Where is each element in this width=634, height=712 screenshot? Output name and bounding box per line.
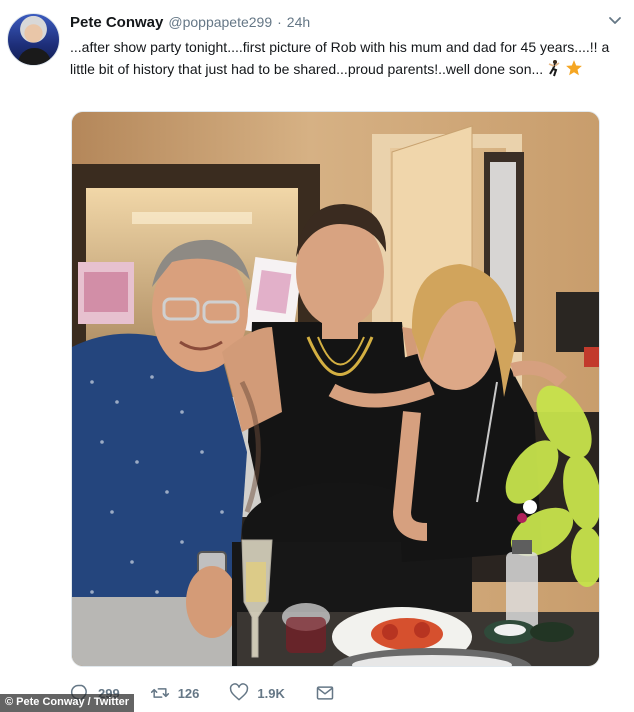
retweet-button[interactable]: 126 [150, 683, 200, 703]
timestamp[interactable]: 24h [287, 14, 310, 30]
party-photo-image [72, 112, 599, 666]
tweet-body: ...after show party tonight....first pic… [70, 39, 614, 77]
tweet-text: ...after show party tonight....first pic… [70, 36, 630, 83]
star-emoji-icon [565, 59, 583, 83]
chevron-down-icon[interactable] [606, 12, 624, 30]
tweet-card[interactable]: Pete Conway @poppapete299 · 24h ...after… [0, 0, 634, 712]
separator-dot: · [277, 14, 282, 30]
avatar[interactable] [7, 13, 60, 66]
tweet-photo[interactable] [71, 111, 600, 667]
display-name[interactable]: Pete Conway [70, 14, 163, 31]
envelope-icon [316, 686, 334, 700]
tweet-header: Pete Conway @poppapete299 · 24h [70, 14, 310, 34]
retweet-count: 126 [177, 685, 200, 701]
like-button[interactable]: 1.9K [229, 683, 285, 703]
dancer-emoji-icon [546, 59, 562, 83]
user-handle[interactable]: @poppapete299 [168, 14, 272, 30]
heart-icon [230, 683, 249, 701]
direct-message-button[interactable] [315, 683, 335, 703]
retweet-icon [150, 688, 169, 698]
photo-credit: © Pete Conway / Twitter [0, 694, 135, 712]
like-count: 1.9K [257, 685, 285, 701]
